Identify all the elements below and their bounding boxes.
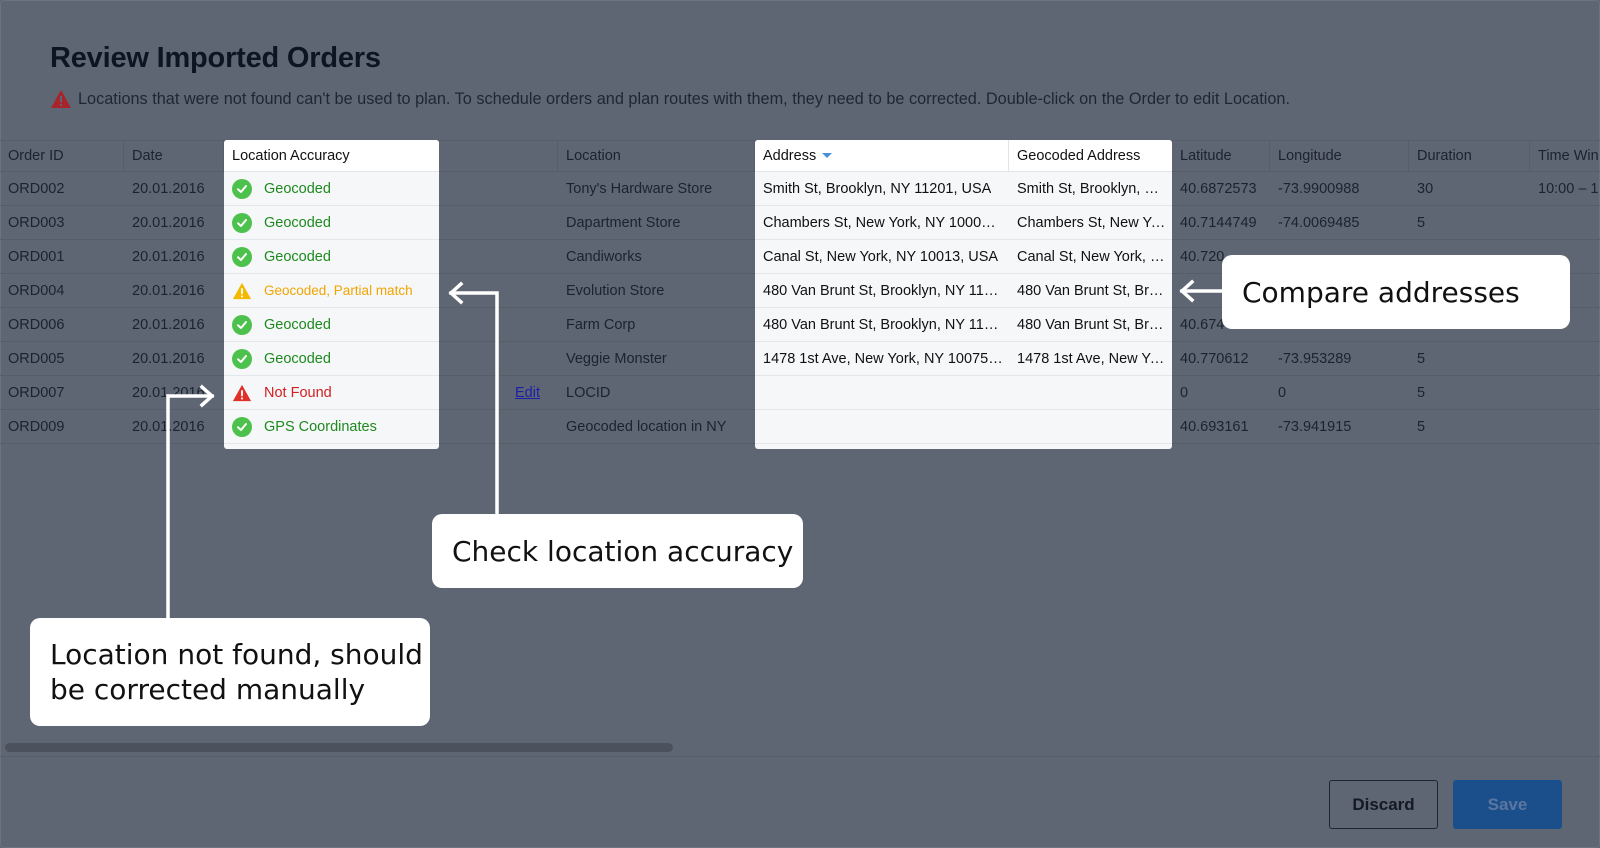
callout-arrows (166, 279, 1224, 620)
discard-button[interactable]: Discard (1329, 780, 1438, 829)
footer-divider (0, 756, 1600, 757)
save-button[interactable]: Save (1453, 780, 1562, 829)
horizontal-scrollbar[interactable] (5, 743, 673, 752)
